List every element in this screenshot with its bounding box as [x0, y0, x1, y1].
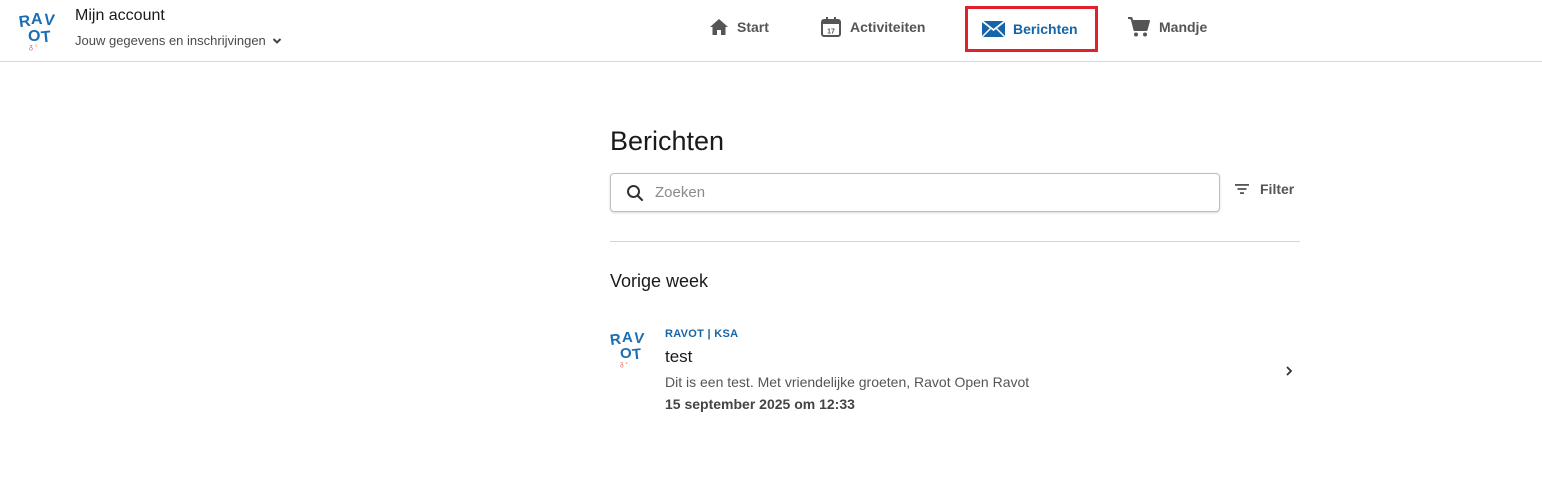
- nav-berichten-label: Berichten: [1013, 21, 1078, 37]
- message-item[interactable]: R A V O T ᵹ ᶜ RAVOT | KSA test Dit is ee…: [610, 323, 1300, 419]
- nav-start[interactable]: Start: [709, 8, 769, 46]
- message-date: 15 september 2025 om 12:33: [665, 396, 855, 412]
- nav-mandje[interactable]: Mandje: [1127, 8, 1207, 46]
- section-title: Vorige week: [610, 271, 709, 291]
- message-preview: Dit is een test. Met vriendelijke groete…: [665, 374, 1030, 390]
- divider: [610, 241, 1300, 242]
- sender-logo: R A V O T ᵹ ᶜ: [610, 329, 645, 368]
- search-box[interactable]: [610, 173, 1220, 212]
- search-icon: [627, 184, 644, 201]
- envelope-icon: [982, 20, 1005, 38]
- home-icon: [710, 19, 728, 35]
- ravot-logo[interactable]: R A V O T ᵹ ᶜ: [18, 8, 62, 52]
- cart-icon: [1128, 17, 1150, 37]
- chevron-down-icon: [272, 37, 282, 44]
- filter-icon: [1235, 184, 1249, 194]
- filter-label: Filter: [1260, 181, 1295, 197]
- messages-page: Berichten Filter Vorige week R A V O T: [610, 120, 1300, 412]
- svg-text:T: T: [40, 29, 52, 47]
- svg-text:V: V: [43, 12, 56, 30]
- nav-mandje-label: Mandje: [1159, 19, 1208, 35]
- search-row: Filter: [610, 173, 1300, 213]
- svg-text:A: A: [31, 11, 43, 28]
- svg-text:ᵹ ᶜ: ᵹ ᶜ: [620, 360, 628, 368]
- account-menu[interactable]: Mijn account Jouw gegevens en inschrijvi…: [75, 6, 282, 48]
- account-subtitle-dropdown[interactable]: Jouw gegevens en inschrijvingen: [75, 33, 282, 48]
- chevron-right-icon: [1286, 366, 1293, 376]
- top-header: R A V O T ᵹ ᶜ Mijn account Jouw gegevens…: [0, 0, 1542, 62]
- svg-text:ᵹ ᶜ: ᵹ ᶜ: [29, 43, 38, 51]
- message-subject: test: [665, 347, 693, 366]
- nav-activiteiten[interactable]: 17 Activiteiten: [820, 8, 925, 46]
- svg-text:T: T: [631, 346, 642, 364]
- message-sender: RAVOT | KSA: [665, 328, 739, 340]
- filter-button[interactable]: Filter: [1234, 181, 1294, 197]
- search-input[interactable]: [655, 184, 1195, 201]
- account-subtitle: Jouw gegevens en inschrijvingen: [75, 33, 266, 48]
- svg-text:A: A: [622, 329, 633, 346]
- nav-start-label: Start: [737, 19, 769, 35]
- page-title: Berichten: [610, 126, 725, 156]
- nav-berichten[interactable]: Berichten: [965, 6, 1098, 52]
- nav-activiteiten-label: Activiteiten: [850, 19, 926, 35]
- svg-text:17: 17: [827, 29, 835, 36]
- account-title: Mijn account: [75, 7, 165, 24]
- calendar-icon: 17: [821, 17, 841, 37]
